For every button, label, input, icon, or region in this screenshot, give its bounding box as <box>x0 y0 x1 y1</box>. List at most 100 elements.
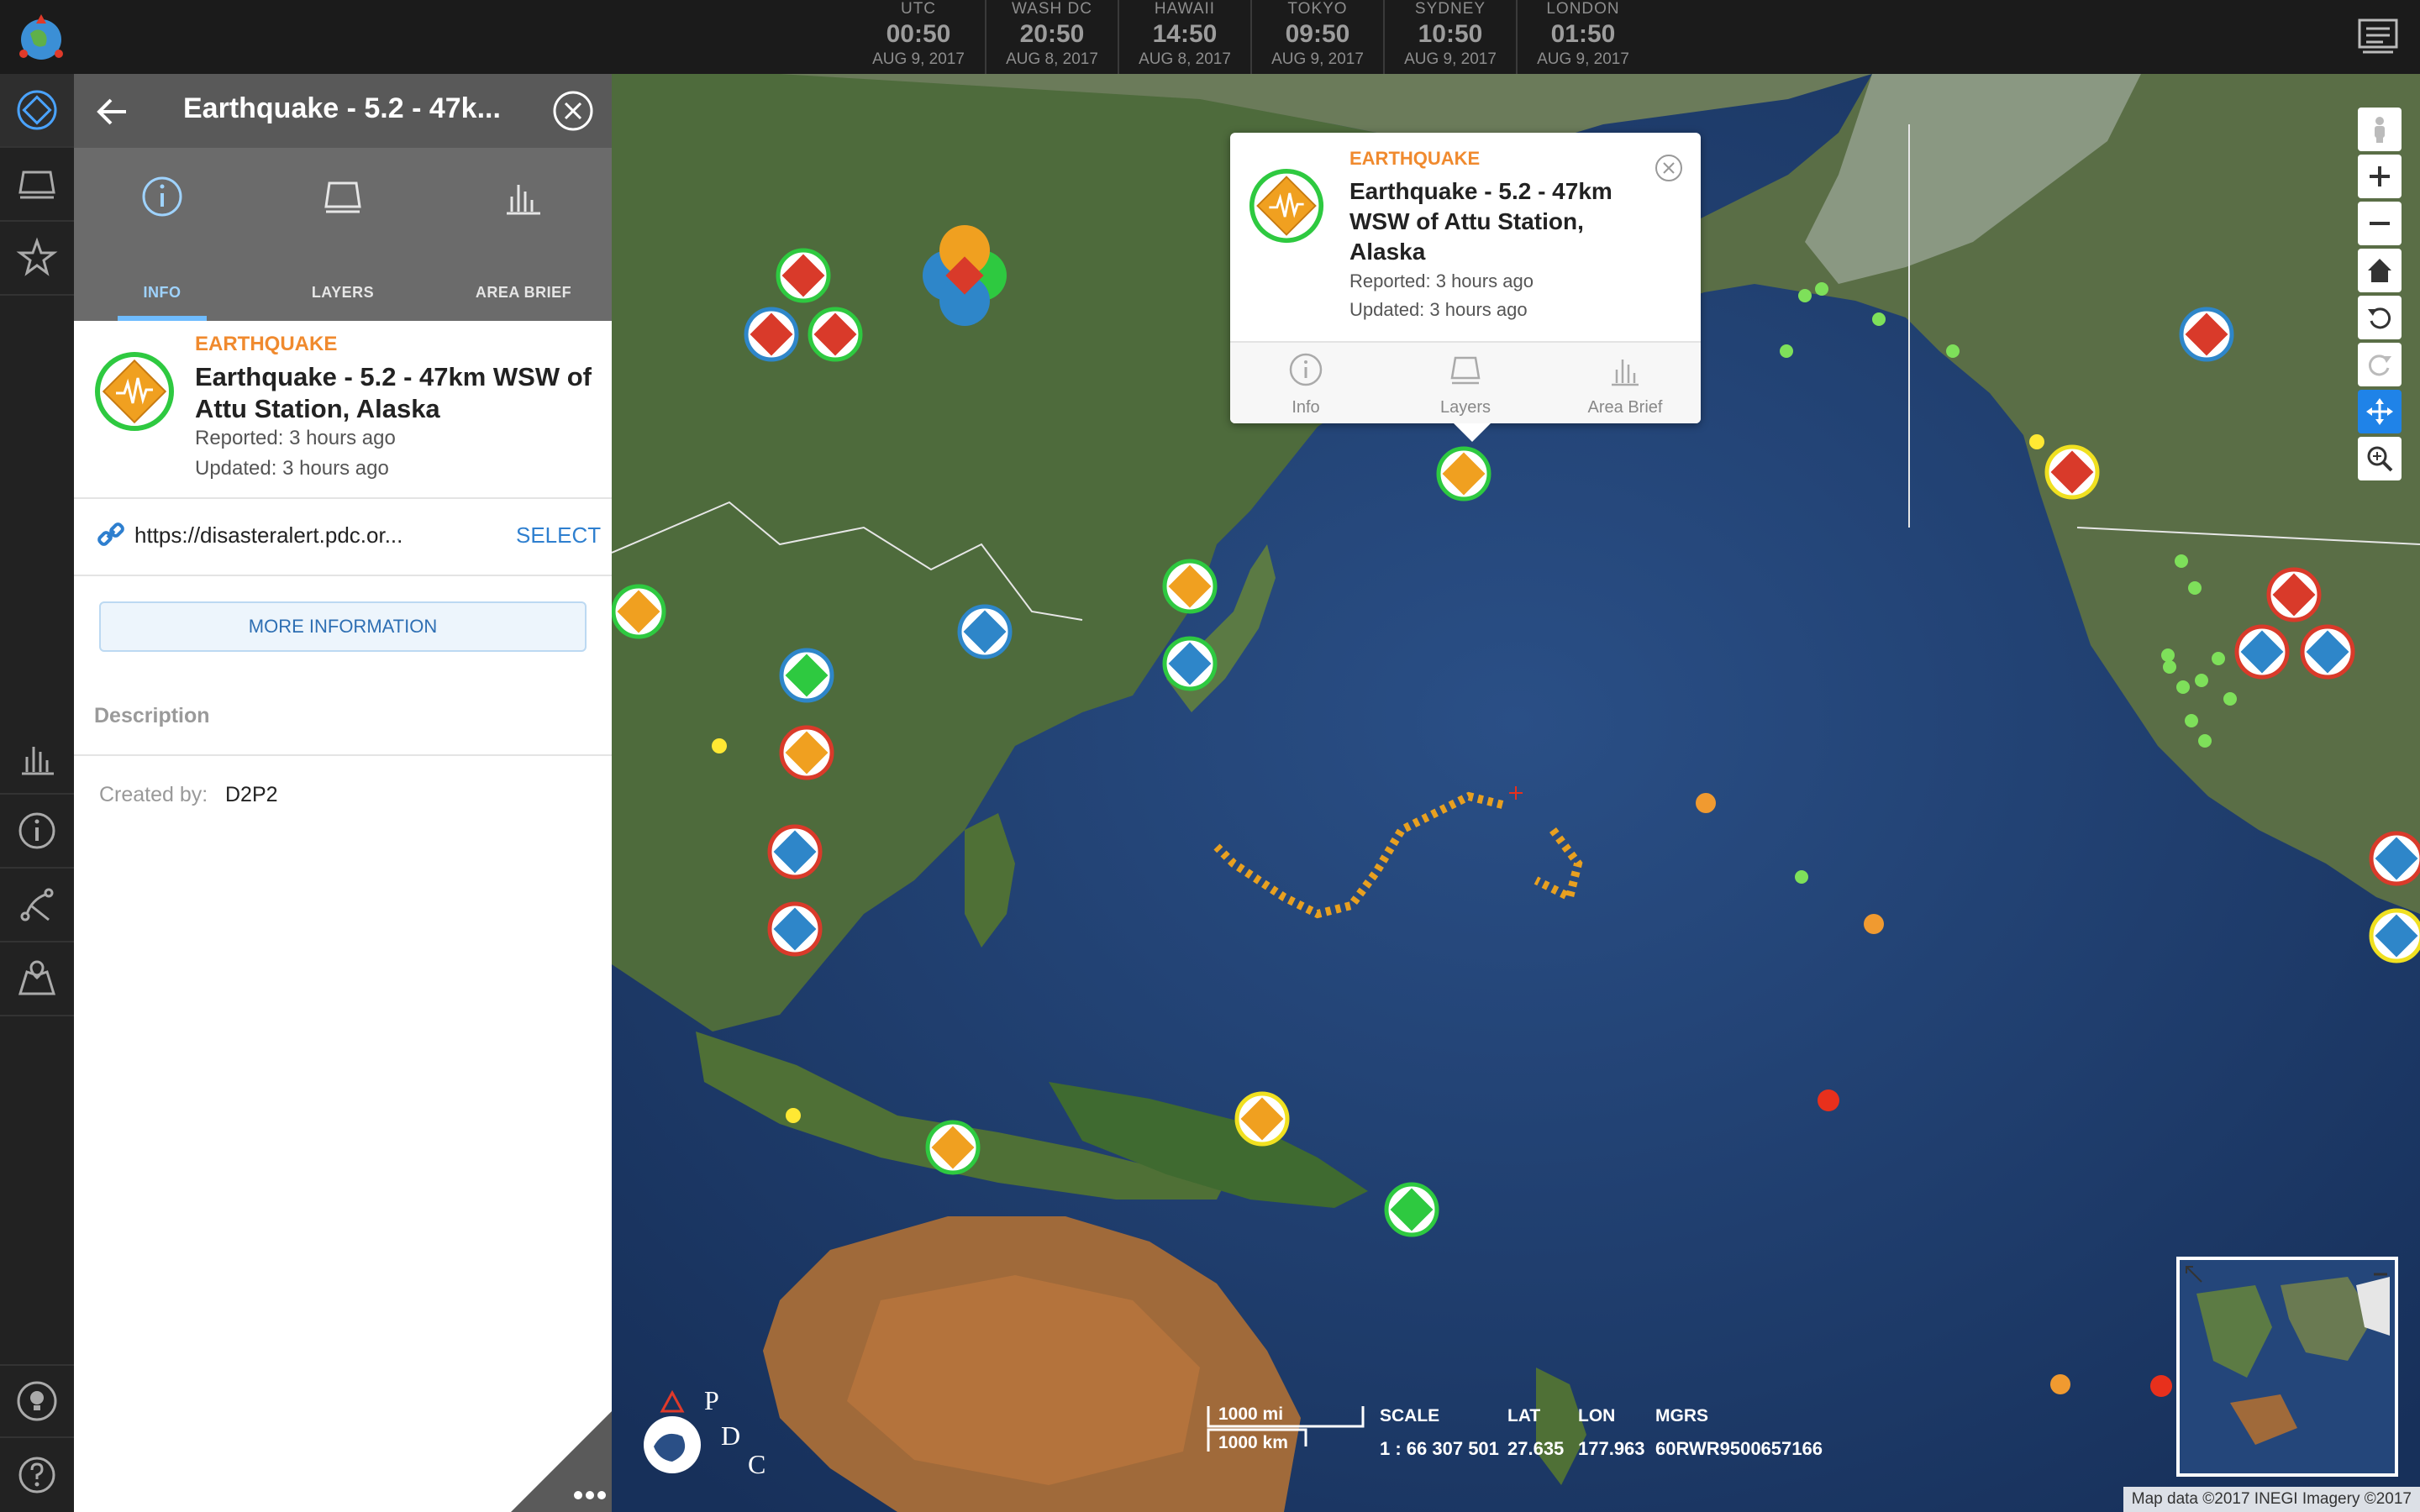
more-options-icon[interactable] <box>511 1411 612 1512</box>
popup-reported: Reported: 3 hours ago <box>1349 270 1534 291</box>
earthquake-hazard-icon <box>1249 168 1324 244</box>
hazard-marker-storm[interactable] <box>1162 636 1218 691</box>
back-arrow-icon[interactable] <box>92 92 131 131</box>
divider <box>74 497 612 499</box>
tab-layers-label: LAYERS <box>311 284 375 301</box>
hazard-marker-earthquake[interactable] <box>1234 1091 1290 1147</box>
hazard-marker-earthquake[interactable] <box>612 584 666 639</box>
popup-layers-button[interactable]: Layers <box>1390 343 1541 425</box>
clock-time: 20:50 <box>1019 20 1085 48</box>
collapse-icon[interactable] <box>2370 1263 2391 1285</box>
rail-hazards-button[interactable] <box>0 74 74 148</box>
event-url[interactable]: https://disasteralert.pdc.or... <box>134 522 402 549</box>
clock-london: LONDON 01:50 AUG 9, 2017 <box>1516 0 1649 74</box>
close-icon[interactable] <box>551 89 595 133</box>
top-bar: UTC 00:50 AUG 9, 2017 WASH DC 20:50 AUG … <box>0 0 2420 74</box>
rotate-left-icon <box>2368 307 2391 329</box>
globe-logo-icon[interactable] <box>15 12 67 64</box>
minus-icon <box>2370 222 2390 225</box>
hazard-marker-wildfire[interactable] <box>2044 444 2100 500</box>
clock-date: AUG 9, 2017 <box>1271 50 1364 68</box>
rotate-left-button[interactable] <box>2358 296 2402 339</box>
hazard-marker-flood[interactable] <box>767 901 823 957</box>
hazard-marker-earthquake[interactable] <box>779 725 834 780</box>
event-category: EARTHQUAKE <box>195 333 338 355</box>
hazard-marker-flood[interactable] <box>767 824 823 879</box>
zoom-box-button[interactable] <box>2358 437 2402 480</box>
rail-tips-button[interactable] <box>0 1364 74 1438</box>
hazard-marker-wildfire[interactable] <box>808 307 863 362</box>
street-view-button[interactable] <box>2358 108 2402 151</box>
rail-favorites-button[interactable] <box>0 222 74 296</box>
clock-date: AUG 8, 2017 <box>1139 50 1231 68</box>
bar-chart-icon <box>507 185 540 215</box>
rail-map-pin-button[interactable] <box>0 942 74 1016</box>
close-icon[interactable] <box>1654 153 1684 183</box>
map-pin-icon <box>18 960 56 995</box>
popup-area-brief-button[interactable]: Area Brief <box>1549 343 1701 425</box>
event-reported: Reported: 3 hours ago <box>195 427 396 449</box>
bar-chart-icon <box>1612 360 1639 386</box>
rail-help-button[interactable] <box>0 1438 74 1512</box>
clock-city: TOKYO <box>1287 0 1348 18</box>
home-button[interactable] <box>2358 249 2402 292</box>
zoom-in-button[interactable] <box>2358 155 2402 198</box>
home-icon <box>2368 259 2391 282</box>
hazard-marker-wildfire[interactable] <box>744 307 799 362</box>
pan-button[interactable] <box>2358 390 2402 433</box>
clock-date: AUG 9, 2017 <box>1537 50 1629 68</box>
map-attribution[interactable]: Map data ©2017 INEGI Imagery ©2017 <box>2123 1487 2420 1512</box>
lightbulb-icon <box>17 1381 57 1421</box>
hazard-marker-flood[interactable] <box>2300 624 2355 680</box>
more-information-button[interactable]: MORE INFORMATION <box>99 601 587 652</box>
hazard-marker-tornado[interactable] <box>2234 624 2290 680</box>
panel-title: Earthquake - 5.2 - 47k... <box>183 92 501 124</box>
select-link-button[interactable]: SELECT <box>516 522 601 549</box>
overview-minimap[interactable] <box>2176 1257 2398 1477</box>
hazard-marker-flood[interactable] <box>957 604 1013 659</box>
hazard-marker-volcano[interactable] <box>925 1120 981 1175</box>
hazard-marker-wildfire[interactable] <box>2179 307 2234 362</box>
clock-date: AUG 9, 2017 <box>1404 50 1497 68</box>
lon-value: 177.963 <box>1578 1438 1645 1459</box>
popup-info-button[interactable]: Info <box>1230 343 1381 425</box>
popup-info-label: Info <box>1292 398 1320 417</box>
rail-layers-button[interactable] <box>0 148 74 222</box>
rail-charts-button[interactable] <box>0 721 74 795</box>
hazard-marker-biomedical[interactable] <box>1384 1182 1439 1237</box>
hazard-marker-biomedical[interactable] <box>779 648 834 703</box>
clock-city: SYDNEY <box>1414 0 1486 18</box>
hazard-marker-wildfire[interactable] <box>776 248 831 303</box>
hazard-marker-earthquake-selected[interactable] <box>1436 446 1491 501</box>
mgrs-label: MGRS <box>1655 1406 1708 1425</box>
lon-label: LON <box>1578 1406 1616 1425</box>
tab-info[interactable]: INFO <box>74 148 250 321</box>
hazard-marker-volcano[interactable] <box>1162 559 1218 614</box>
clock-sydney: SYDNEY 10:50 AUG 9, 2017 <box>1383 0 1516 74</box>
popup-layers-label: Layers <box>1439 398 1491 417</box>
tab-layers[interactable]: LAYERS <box>255 148 431 321</box>
zoom-out-button[interactable] <box>2358 202 2402 245</box>
menu-list-icon[interactable] <box>2358 18 2398 55</box>
clock-city: UTC <box>900 0 937 18</box>
tab-info-label: INFO <box>143 284 182 301</box>
info-icon <box>142 176 182 217</box>
rail-info-button[interactable] <box>0 795 74 869</box>
tab-area-brief[interactable]: AREA BRIEF <box>435 148 612 321</box>
expand-icon[interactable] <box>2183 1263 2205 1285</box>
divider <box>74 575 612 576</box>
clock-tokyo: TOKYO 09:50 AUG 9, 2017 <box>1250 0 1383 74</box>
rail-route-button[interactable] <box>0 869 74 942</box>
hazard-marker-heat[interactable] <box>2266 567 2322 622</box>
earthquake-hazard-icon <box>95 352 174 431</box>
event-updated: Updated: 3 hours ago <box>195 457 389 480</box>
app: UTC 00:50 AUG 9, 2017 WASH DC 20:50 AUG … <box>0 0 2420 1512</box>
pdc-logo: P D C <box>644 1385 765 1478</box>
layers-icon <box>324 181 361 213</box>
clock-time: 14:50 <box>1152 20 1218 48</box>
link-icon <box>97 522 124 546</box>
rotate-right-button[interactable] <box>2358 343 2402 386</box>
diamond-hazard-icon <box>17 90 57 130</box>
hazard-marker-storm[interactable] <box>2369 908 2420 963</box>
hazard-marker-flood[interactable] <box>2369 831 2420 886</box>
